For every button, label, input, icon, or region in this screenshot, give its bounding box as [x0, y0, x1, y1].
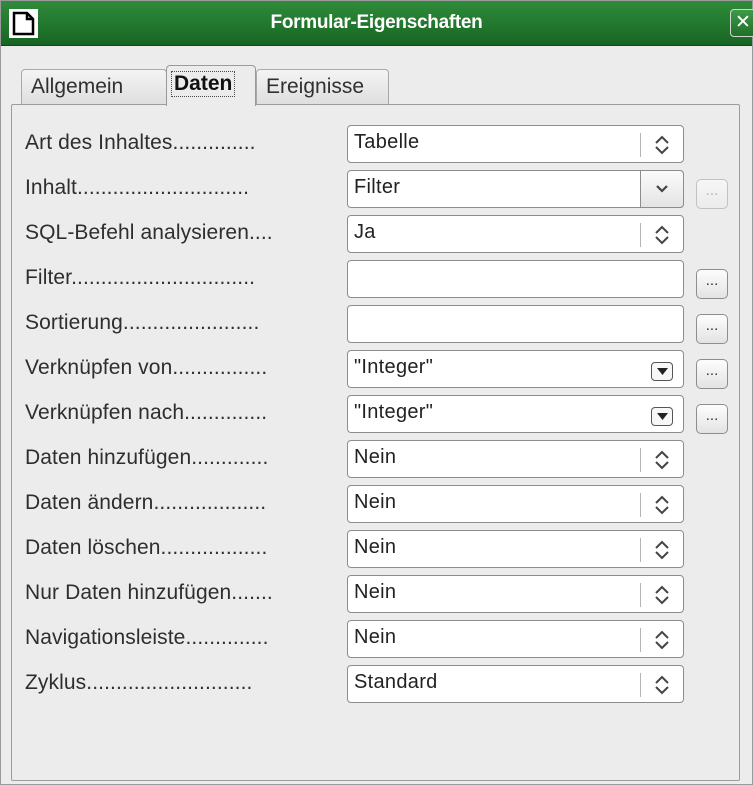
property-label: Sortierung.......................: [25, 311, 260, 334]
field-value: Nein: [354, 491, 397, 513]
spin-arrows-icon[interactable]: [653, 675, 671, 695]
property-row: Filter..................................: [12, 256, 741, 300]
property-field[interactable]: "Integer": [347, 350, 684, 388]
property-row: Nur Daten hinzufügen....... Nein: [12, 571, 741, 615]
tab-label: Daten: [171, 71, 236, 97]
property-field[interactable]: Nein: [347, 575, 684, 613]
property-label: Daten löschen..................: [25, 536, 268, 559]
property-row: Navigationsleiste.............. Nein: [12, 616, 741, 660]
property-label: Verknüpfen von................: [25, 356, 268, 379]
field-value: Nein: [354, 536, 397, 558]
separator: [640, 223, 641, 247]
property-field[interactable]: Ja: [347, 215, 684, 253]
spin-arrows-icon[interactable]: [653, 450, 671, 470]
property-label: Daten ändern...................: [25, 491, 267, 514]
field-value: Tabelle: [354, 131, 420, 153]
separator: [640, 673, 641, 697]
field-value: Filter: [354, 176, 401, 198]
tab-daten[interactable]: Daten: [166, 65, 256, 106]
property-field[interactable]: Nein: [347, 620, 684, 658]
tab-panel-daten: Art des Inhaltes.............. Tabelle Inh…: [11, 104, 740, 781]
window-title: Formular-Eigenschaften: [270, 12, 483, 33]
more-button[interactable]: ...: [696, 179, 728, 209]
property-row: Art des Inhaltes.............. Tabelle: [12, 121, 741, 165]
separator: [640, 538, 641, 562]
property-row: Daten hinzufügen............. Nein: [12, 436, 741, 480]
tab-label: Allgemein: [31, 75, 124, 98]
listbox-button[interactable]: [651, 407, 673, 426]
property-field[interactable]: Filter: [347, 170, 684, 208]
property-row: SQL-Befehl analysieren.... Ja: [12, 211, 741, 255]
property-field[interactable]: Standard: [347, 665, 684, 703]
field-value: "Integer": [354, 401, 434, 423]
separator: [640, 448, 641, 472]
property-row: Daten löschen.................. Nein: [12, 526, 741, 570]
property-label: Navigationsleiste..............: [25, 626, 269, 649]
more-button[interactable]: ...: [696, 404, 728, 434]
spin-arrows-icon[interactable]: [653, 585, 671, 605]
spin-arrows-icon[interactable]: [653, 135, 671, 155]
property-row: Sortierung..........................: [12, 301, 741, 345]
properties-dialog: Formular-Eigenschaften ✕ Allgemein Daten…: [0, 0, 753, 785]
tab-ereignisse[interactable]: Ereignisse: [256, 69, 389, 105]
separator: [640, 583, 641, 607]
listbox-button[interactable]: [651, 362, 673, 381]
separator: [640, 133, 641, 157]
title-bar[interactable]: Formular-Eigenschaften ✕: [1, 1, 753, 46]
property-row: Zyklus............................ Standa…: [12, 661, 741, 705]
property-row: Verknüpfen nach.............. "Integer"..…: [12, 391, 741, 435]
property-label: Art des Inhaltes..............: [25, 131, 256, 154]
separator: [640, 493, 641, 517]
property-field[interactable]: Nein: [347, 485, 684, 523]
property-field[interactable]: "Integer": [347, 395, 684, 433]
close-button[interactable]: ✕: [730, 9, 753, 37]
more-button[interactable]: ...: [696, 314, 728, 344]
property-field[interactable]: Nein: [347, 530, 684, 568]
property-field[interactable]: Nein: [347, 440, 684, 478]
property-label: Zyklus............................: [25, 671, 253, 694]
field-value: Nein: [354, 581, 397, 603]
property-field[interactable]: Tabelle: [347, 125, 684, 163]
field-value: Standard: [354, 671, 438, 693]
property-row: Daten ändern................... Nein: [12, 481, 741, 525]
field-value: "Integer": [354, 356, 434, 378]
property-label: Inhalt.............................: [25, 176, 250, 199]
property-row: Inhalt............................. Filte…: [12, 166, 741, 210]
field-value: Nein: [354, 446, 397, 468]
dropdown-button[interactable]: [640, 170, 684, 208]
tab-allgemein[interactable]: Allgemein: [21, 69, 167, 105]
property-label: Verknüpfen nach..............: [25, 401, 268, 424]
spin-arrows-icon[interactable]: [653, 495, 671, 515]
property-label: Filter...............................: [25, 266, 256, 289]
field-value: Ja: [354, 221, 376, 243]
property-field[interactable]: [347, 260, 684, 298]
more-button[interactable]: ...: [696, 269, 728, 299]
spin-arrows-icon[interactable]: [653, 540, 671, 560]
property-row: Verknüpfen von................ "Integer".…: [12, 346, 741, 390]
spin-arrows-icon[interactable]: [653, 630, 671, 650]
field-value: Nein: [354, 626, 397, 648]
tab-label: Ereignisse: [266, 75, 365, 98]
property-field[interactable]: [347, 305, 684, 343]
spin-arrows-icon[interactable]: [653, 225, 671, 245]
separator: [640, 628, 641, 652]
property-label: SQL-Befehl analysieren....: [25, 221, 273, 244]
property-label: Nur Daten hinzufügen.......: [25, 581, 273, 604]
property-label: Daten hinzufügen.............: [25, 446, 269, 469]
more-button[interactable]: ...: [696, 359, 728, 389]
